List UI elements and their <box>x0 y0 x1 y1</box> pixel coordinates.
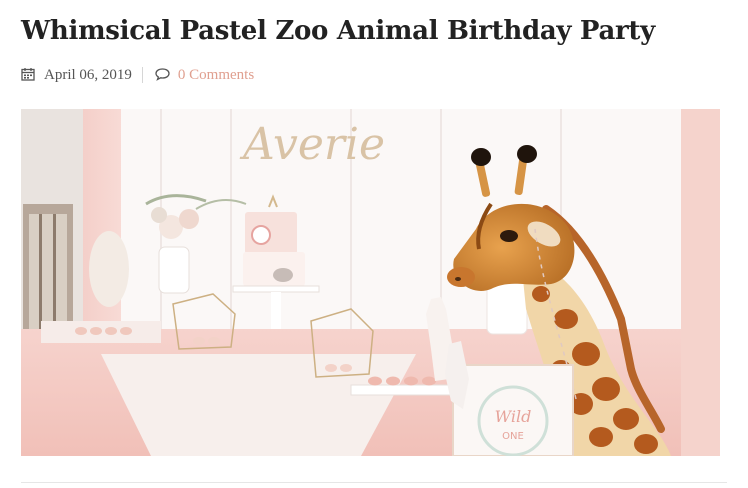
comment-bubble-icon <box>155 67 171 83</box>
featured-image[interactable]: Averie Wild ONE <box>21 109 720 456</box>
sign-line-2: ONE <box>502 431 524 442</box>
sign-line-1: Wild <box>495 407 532 426</box>
post-title: Whimsical Pastel Zoo Animal Birthday Par… <box>21 16 655 46</box>
meta-separator <box>141 67 143 83</box>
content-divider <box>21 482 727 483</box>
comments-link[interactable]: 0 Comments <box>178 67 254 84</box>
wild-one-sign: Wild ONE <box>452 364 574 456</box>
post-meta: April 06, 2019 0 Comments <box>21 64 254 86</box>
post-date: April 06, 2019 <box>44 66 132 83</box>
calendar-icon <box>21 67 37 83</box>
backdrop-name-text: Averie <box>239 119 385 170</box>
